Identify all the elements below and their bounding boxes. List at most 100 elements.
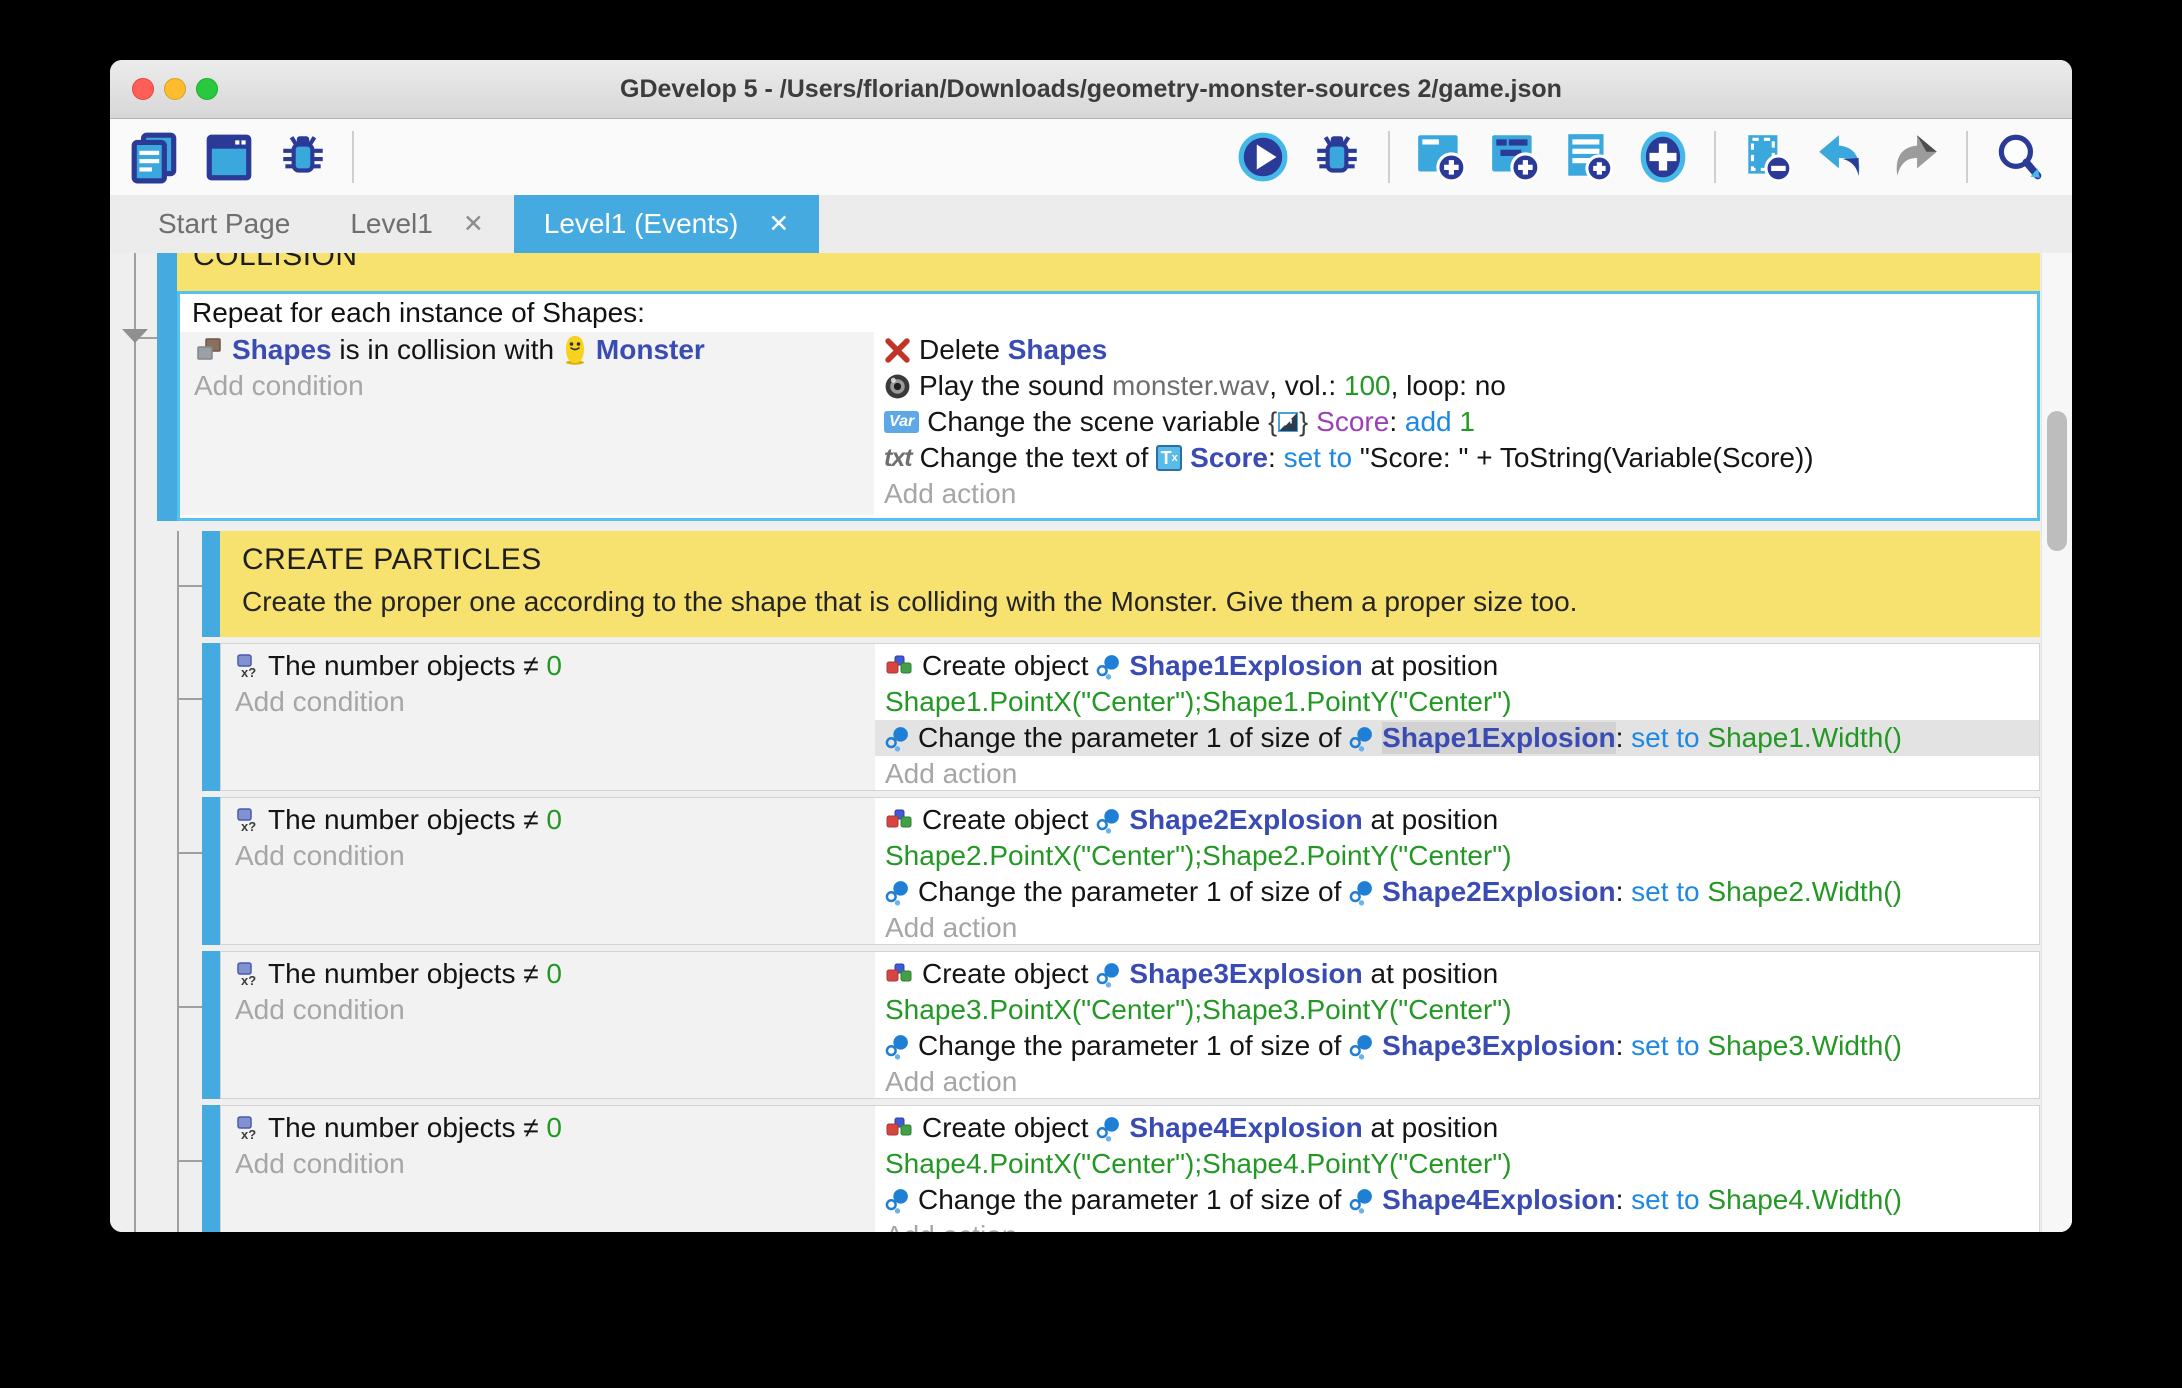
debugger-icon[interactable] [276, 130, 330, 184]
action-row[interactable]: Change the parameter 1 of size of Shape4… [885, 1182, 2039, 1218]
comment-collision-title: COLLISION [193, 253, 358, 272]
event-body: x? The number objects ≠ 0 Add condition Cre… [221, 798, 2039, 944]
action-row[interactable]: txt Change the text of Tx Score: set to "S… [884, 440, 2037, 476]
window-title: GDevelop 5 - /Users/florian/Downloads/ge… [620, 75, 1562, 103]
action-row[interactable]: Var Change the scene variable {} Score: ad… [884, 404, 2037, 440]
undo-icon[interactable] [1814, 130, 1868, 184]
shape-event-2[interactable]: x? The number objects ≠ 0 Add condition Cre… [220, 797, 2040, 945]
add-action-button[interactable]: Add action [884, 476, 2037, 512]
action-row[interactable]: Shape2.PointX("Center");Shape2.PointY("C… [885, 838, 2039, 874]
add-comment-icon[interactable] [1562, 130, 1616, 184]
action-row[interactable]: Create object Shape2Explosion at positio… [885, 802, 2039, 838]
add-subevent-icon[interactable] [1488, 130, 1542, 184]
event-tree-tick [177, 698, 202, 700]
text-segment: Create object [922, 650, 1097, 681]
add-action-button[interactable]: Add action [885, 1218, 2039, 1232]
action-row[interactable]: Create object Shape3Explosion at positio… [885, 956, 2039, 992]
toolbar-left-group [128, 130, 330, 184]
shape-event-3[interactable]: x? The number objects ≠ 0 Add condition Cre… [220, 951, 2040, 1099]
add-action-button[interactable]: Add action [885, 1064, 2039, 1100]
text-segment: Shape2Explosion [1129, 804, 1363, 835]
text-segment: : [1268, 442, 1284, 473]
condition-row[interactable]: x? The number objects ≠ 0 [235, 1110, 875, 1146]
text-segment: is in collision with [331, 334, 562, 365]
zoom-window-button[interactable] [196, 78, 218, 100]
close-tab-icon[interactable]: ✕ [768, 209, 789, 239]
remove-selection-icon[interactable] [1740, 130, 1794, 184]
text-segment: monster.wav [1112, 370, 1270, 401]
condition-row[interactable]: x? The number objects ≠ 0 [235, 648, 875, 684]
collapse-arrow-icon[interactable] [122, 329, 148, 343]
add-condition-button[interactable]: Add condition [235, 992, 875, 1028]
text-segment: Score [1316, 406, 1390, 437]
add-condition-button[interactable]: Add condition [235, 838, 875, 874]
text-segment: Shape4Explosion [1382, 1184, 1616, 1215]
text-segment: 0 [546, 650, 562, 681]
scrollbar-track[interactable] [2041, 253, 2072, 1232]
toolbar-separator [1388, 131, 1390, 183]
close-tab-icon[interactable]: ✕ [463, 209, 484, 239]
comment-create-particles[interactable]: CREATE PARTICLES Create the proper one a… [220, 531, 2040, 637]
project-manager-icon[interactable] [128, 130, 182, 184]
particle-icon [885, 879, 910, 906]
event-selection-bar [202, 797, 220, 945]
action-row[interactable]: Play the sound monster.wav, vol.: 100, l… [884, 368, 2037, 404]
tab-level1[interactable]: Level1 ✕ [320, 195, 513, 253]
shapes-icon [194, 337, 224, 363]
actions-column: Create object Shape2Explosion at positio… [875, 798, 2039, 944]
add-action-button[interactable]: Add action [885, 756, 2039, 792]
text-segment: 0 [546, 1112, 562, 1143]
text-segment: Shape3Explosion [1129, 958, 1363, 989]
action-row[interactable]: Create object Shape1Explosion at positio… [885, 648, 2039, 684]
condition-row[interactable]: x? The number objects ≠ 0 [235, 956, 875, 992]
tab-level1-events[interactable]: Level1 (Events) ✕ [513, 195, 820, 253]
debugger-icon[interactable] [1310, 130, 1364, 184]
action-row[interactable]: Create object Shape4Explosion at positio… [885, 1110, 2039, 1146]
scene-editor-icon[interactable] [202, 130, 256, 184]
particle-icon [885, 725, 910, 752]
comment-collision[interactable]: COLLISION [177, 253, 2040, 291]
comment-title: CREATE PARTICLES [242, 543, 542, 576]
action-row[interactable]: Shape3.PointX("Center");Shape3.PointY("C… [885, 992, 2039, 1028]
condition-row[interactable]: Shapes is in collision with Monster [194, 332, 874, 368]
text-segment: Shape3.PointX("Center");Shape3.PointY("C… [885, 994, 1512, 1025]
action-row[interactable]: Delete Shapes [884, 332, 2037, 368]
shape-event-1[interactable]: x? The number objects ≠ 0 Add condition Cre… [220, 643, 2040, 791]
text-segment: Change the parameter 1 of size of [918, 1184, 1350, 1215]
toolbar-right-group [1236, 130, 2046, 184]
shape-event-4[interactable]: x? The number objects ≠ 0 Add condition Cre… [220, 1105, 2040, 1232]
toolbar-separator [1966, 131, 1968, 183]
scene-var-icon: {} [1268, 406, 1309, 437]
action-row[interactable]: Change the parameter 1 of size of Shape2… [885, 874, 2039, 910]
add-condition-button[interactable]: Add condition [194, 368, 874, 404]
tab-start-page[interactable]: Start Page [128, 195, 320, 253]
text-segment: Change the parameter 1 of size of [918, 722, 1350, 753]
play-icon[interactable] [1236, 130, 1290, 184]
text-segment: at position [1362, 958, 1499, 989]
add-action-button[interactable]: Add action [885, 910, 2039, 946]
close-window-button[interactable] [132, 78, 154, 100]
svg-text:x?: x? [241, 819, 256, 834]
redo-icon[interactable] [1888, 130, 1942, 184]
text-segment: Score [1190, 442, 1268, 473]
text-segment: Shape4Explosion [1129, 1112, 1363, 1143]
add-condition-button[interactable]: Add condition [235, 1146, 875, 1182]
action-row[interactable]: Shape1.PointX("Center");Shape1.PointY("C… [885, 684, 2039, 720]
create-object-icon [885, 962, 914, 987]
text-segment: "Score: " + ToString(Variable(Score)) [1359, 442, 1814, 473]
repeat-event[interactable]: Repeat for each instance of Shapes: Shap… [177, 291, 2040, 521]
add-condition-button[interactable]: Add condition [235, 684, 875, 720]
action-row[interactable]: Change the parameter 1 of size of Shape1… [875, 720, 2039, 756]
add-plus-icon[interactable] [1636, 130, 1690, 184]
minimize-window-button[interactable] [164, 78, 186, 100]
search-icon[interactable] [1992, 130, 2046, 184]
condition-row[interactable]: x? The number objects ≠ 0 [235, 802, 875, 838]
action-row[interactable]: Change the parameter 1 of size of Shape3… [885, 1028, 2039, 1064]
action-row[interactable]: Shape4.PointX("Center");Shape4.PointY("C… [885, 1146, 2039, 1182]
text-segment: Create object [922, 804, 1097, 835]
particle-icon [1349, 725, 1374, 752]
scrollbar-thumb[interactable] [2047, 411, 2067, 551]
event-selection-bar [202, 951, 220, 1099]
add-event-icon[interactable] [1414, 130, 1468, 184]
actions-column: Create object Shape1Explosion at positio… [875, 644, 2039, 790]
